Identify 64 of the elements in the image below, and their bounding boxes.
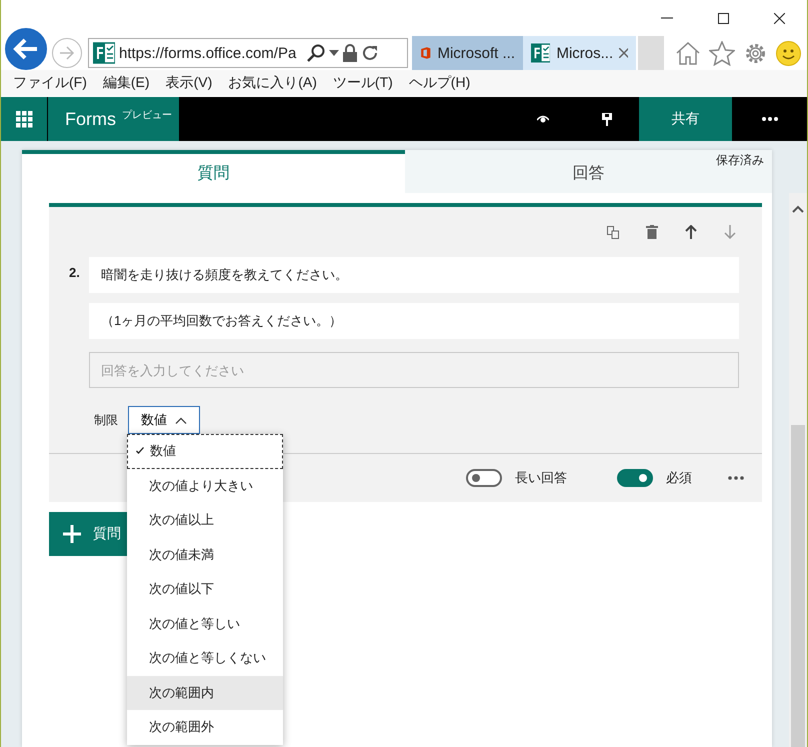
trash-icon[interactable]	[646, 225, 658, 239]
question-title-field[interactable]: 暗闇を走り抜ける頻度を教えてください。	[89, 257, 739, 293]
refresh-icon[interactable]	[361, 44, 379, 62]
save-status: 保存済み	[716, 152, 764, 169]
arrow-right-icon	[59, 46, 75, 60]
preview-label: プレビュー	[122, 108, 172, 122]
answer-field[interactable]: 回答を入力してください	[89, 352, 739, 388]
dropdown-option[interactable]: 次の範囲内	[127, 676, 283, 710]
arrow-down-icon[interactable]	[724, 225, 736, 239]
app-name: Forms	[65, 108, 116, 130]
browser-tab[interactable]: Micros...	[523, 36, 636, 70]
dropdown-option[interactable]: 次の値以上	[127, 503, 283, 538]
menu-item[interactable]: 編集(E)	[94, 74, 158, 92]
dropdown-option[interactable]: 次の範囲外	[127, 710, 283, 744]
menu-item[interactable]: お気に入り(A)	[220, 74, 325, 92]
arrow-left-icon	[13, 38, 39, 60]
caret-icon[interactable]	[329, 50, 339, 56]
menu-item[interactable]: ヘルプ(H)	[400, 74, 478, 92]
plus-icon	[63, 525, 81, 543]
subtitle-field[interactable]: （1ヶ月の平均回数でお答えください。）	[89, 303, 739, 339]
question-number: 2.	[69, 264, 81, 282]
scroll-up-icon[interactable]	[792, 205, 804, 213]
smiley-icon[interactable]	[776, 40, 801, 66]
dropdown-option[interactable]: 数値	[127, 434, 283, 468]
forms-icon	[93, 42, 115, 64]
scrollbar[interactable]	[789, 193, 807, 747]
copy-icon[interactable]	[607, 226, 619, 238]
menu-item[interactable]: 表示(V)	[158, 74, 220, 92]
lock-icon	[343, 44, 357, 62]
url-text: https://forms.office.com/Pa	[119, 44, 298, 62]
app-brand[interactable]: Forms プレビュー	[48, 97, 179, 141]
close-icon[interactable]	[774, 12, 784, 24]
dropdown-option[interactable]: 次の値未満	[127, 538, 283, 572]
dropdown-option[interactable]: 次の値と等しくない	[127, 641, 283, 676]
form-tab[interactable]: 質問	[22, 150, 405, 193]
more-icon[interactable]	[762, 117, 778, 121]
dropdown-option[interactable]: 次の値と等しい	[127, 606, 283, 641]
dropdown-option[interactable]: 次の値より大きい	[127, 468, 283, 503]
check-icon	[136, 447, 144, 454]
home-icon[interactable]	[675, 41, 701, 65]
search-icon[interactable]	[307, 44, 325, 62]
share-button[interactable]: 共有	[639, 97, 732, 141]
toggle-switch[interactable]	[617, 469, 653, 487]
toggle-label: 長い回答	[515, 469, 567, 487]
app-launcher-button[interactable]	[1, 97, 48, 141]
toggle-label: 必須	[666, 469, 692, 487]
eye-icon[interactable]	[537, 115, 549, 123]
address-field[interactable]: https://forms.office.com/Pa	[88, 38, 408, 68]
paint-brush-icon[interactable]	[602, 112, 612, 126]
restriction-dropdown[interactable]: 数値	[128, 406, 200, 434]
menu-item[interactable]: ツール(T)	[324, 74, 401, 92]
caret-icon	[175, 416, 187, 424]
star-icon[interactable]	[709, 40, 735, 66]
grid-icon	[16, 110, 32, 128]
browser-tab[interactable]: Microsoft ...	[412, 36, 523, 70]
menu-item[interactable]: ファイル(F)	[5, 74, 95, 92]
forms-icon	[531, 42, 550, 64]
restriction-label: 制限	[94, 412, 118, 428]
toggle-switch[interactable]	[466, 469, 502, 487]
maximize-icon[interactable]	[718, 12, 728, 24]
dropdown-option[interactable]: 次の値以下	[127, 572, 283, 606]
more-icon[interactable]	[728, 476, 744, 480]
arrow-up-icon[interactable]	[685, 225, 697, 239]
minimize-icon[interactable]	[661, 17, 673, 19]
